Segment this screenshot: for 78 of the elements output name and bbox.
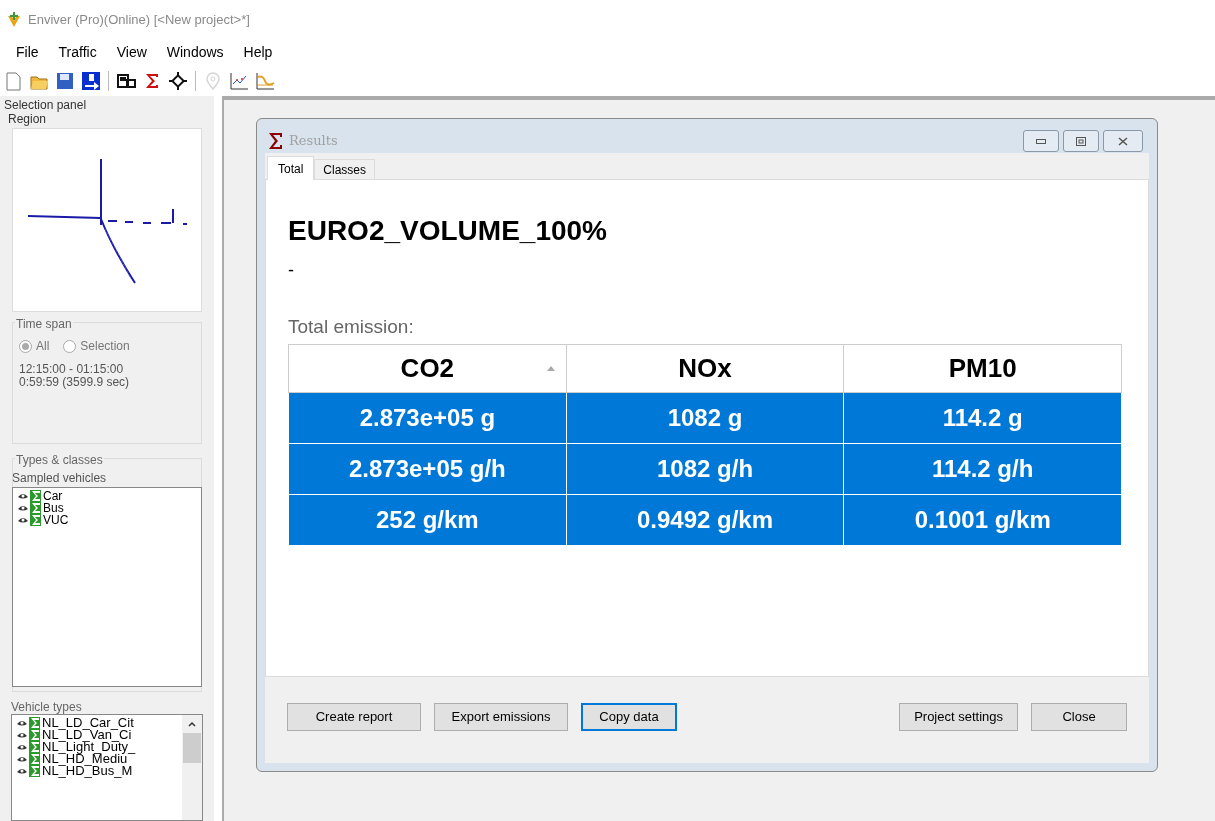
eye-icon[interactable] bbox=[16, 718, 28, 728]
list-item[interactable]: NL_HD_Bus_M bbox=[42, 765, 133, 777]
column-header[interactable]: NOx bbox=[566, 344, 844, 393]
list-item[interactable]: Bus bbox=[43, 502, 64, 514]
table-cell[interactable]: 2.873e+05 g/h bbox=[288, 443, 567, 495]
group-title: Region bbox=[8, 112, 48, 126]
eye-icon[interactable] bbox=[16, 766, 28, 776]
menu-item[interactable]: Traffic bbox=[58, 41, 97, 63]
eye-icon[interactable] bbox=[16, 730, 28, 740]
scroll-up-icon[interactable] bbox=[188, 721, 196, 727]
sigma-icon[interactable] bbox=[29, 765, 40, 777]
map-pin-icon bbox=[203, 71, 223, 91]
line-chart-icon bbox=[255, 71, 275, 91]
button[interactable]: Close bbox=[1031, 703, 1127, 731]
eye-icon[interactable] bbox=[17, 491, 29, 501]
scrollbar[interactable] bbox=[182, 715, 202, 820]
tab[interactable]: Total bbox=[267, 156, 315, 180]
sigma-icon[interactable] bbox=[29, 729, 40, 741]
tab[interactable]: Classes bbox=[314, 159, 376, 179]
eye-icon[interactable] bbox=[17, 515, 29, 525]
maximize-button[interactable] bbox=[1063, 130, 1099, 152]
list-item[interactable]: NL_LD_Van_Ci bbox=[42, 729, 132, 741]
scatter-chart-icon bbox=[229, 71, 249, 91]
duration-text: 0:59:59 (3599.9 sec) bbox=[19, 376, 131, 389]
minimize-icon bbox=[1036, 138, 1046, 144]
list-item[interactable]: Car bbox=[43, 490, 63, 502]
menu-item[interactable]: Windows bbox=[166, 41, 224, 63]
table-cell[interactable]: 114.2 g bbox=[843, 392, 1122, 444]
eye-icon[interactable] bbox=[16, 742, 28, 752]
sigma-icon[interactable] bbox=[30, 502, 41, 514]
button[interactable]: Export emissions bbox=[434, 703, 568, 731]
section-label: Total emission: bbox=[288, 316, 415, 338]
list-item[interactable]: NL_LD_Car_Cit bbox=[42, 717, 134, 729]
menu-item[interactable]: File bbox=[16, 41, 39, 63]
table-cell[interactable]: 1082 g/h bbox=[566, 443, 844, 495]
close-button[interactable] bbox=[1103, 130, 1143, 152]
list-label: Vehicle types bbox=[11, 700, 83, 714]
eye-icon[interactable] bbox=[16, 754, 28, 764]
window-title: Results bbox=[289, 132, 338, 151]
eye-icon[interactable] bbox=[17, 503, 29, 513]
button[interactable]: Project settings bbox=[899, 703, 1018, 731]
sort-arrow-icon bbox=[545, 365, 556, 371]
toolbar-button[interactable] bbox=[80, 70, 102, 92]
sigma-icon[interactable] bbox=[30, 490, 41, 502]
table-cell[interactable]: 114.2 g/h bbox=[843, 443, 1122, 495]
time-range: 12:15:00 - 01:15:00 bbox=[19, 363, 125, 376]
radio-option[interactable]: All bbox=[19, 337, 50, 355]
scenario-title: EURO2_VOLUME_100% bbox=[288, 214, 608, 248]
list-item[interactable]: NL_HD_Mediu bbox=[42, 753, 128, 765]
sigma-icon[interactable] bbox=[29, 717, 40, 729]
menu-item[interactable]: View bbox=[116, 41, 147, 63]
sigma-icon bbox=[269, 133, 283, 149]
sigma-icon[interactable] bbox=[30, 514, 41, 526]
app-logo-icon bbox=[6, 12, 22, 28]
maximize-icon bbox=[1076, 136, 1086, 146]
table-cell[interactable]: 1082 g bbox=[566, 392, 844, 444]
list-label: Sampled vehicles bbox=[12, 470, 108, 487]
minimize-button[interactable] bbox=[1023, 130, 1059, 152]
button[interactable]: Copy data bbox=[581, 703, 677, 731]
menu-item[interactable]: Help bbox=[243, 41, 273, 63]
table-cell[interactable]: 0.9492 g/km bbox=[566, 494, 844, 546]
document-icon bbox=[3, 71, 23, 91]
table-cell[interactable]: 2.873e+05 g bbox=[288, 392, 567, 444]
table-cell[interactable]: 252 g/km bbox=[288, 494, 567, 546]
subtitle-text: - bbox=[288, 260, 295, 280]
radio-option[interactable]: Selection bbox=[63, 337, 130, 355]
list-item[interactable]: VUC bbox=[43, 514, 69, 526]
scroll-thumb[interactable] bbox=[183, 733, 201, 763]
window-title: Enviver (Pro)(Online) [<New project>*] bbox=[28, 11, 250, 30]
column-header[interactable]: PM10 bbox=[843, 344, 1122, 393]
sigma-icon[interactable] bbox=[29, 753, 40, 765]
sigma-icon[interactable] bbox=[29, 741, 40, 753]
button[interactable]: Create report bbox=[287, 703, 421, 731]
table-cell[interactable]: 0.1001 g/km bbox=[843, 494, 1122, 546]
panel-title: Selection panel bbox=[4, 99, 88, 112]
column-header[interactable]: CO2 bbox=[288, 344, 567, 393]
list-item[interactable]: NL_Light_Duty_ bbox=[42, 741, 136, 753]
close-icon bbox=[1118, 136, 1128, 146]
